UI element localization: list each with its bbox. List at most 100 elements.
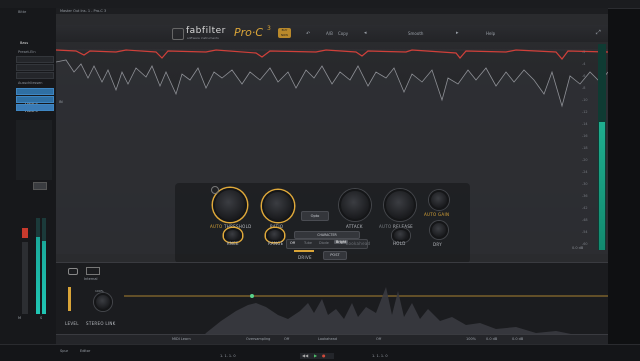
preset-name[interactable]: Smooth [408,31,423,36]
scale-tick: -14 [582,122,588,126]
character-option-off[interactable]: Off [290,241,295,245]
track-name: Bass [20,41,29,45]
record-icon[interactable]: ● [322,353,326,358]
ab-button[interactable]: A/B [326,31,333,36]
preset-next-button[interactable]: ▸ [456,30,459,36]
scale-tick: -36 [582,194,588,198]
release-auto[interactable]: AUTO [379,224,391,229]
section-label: Ausschliessen [18,81,43,85]
level-slider[interactable] [68,287,71,311]
meter-readout: 0.0 dB [572,246,584,250]
scale-tick: -10 [582,98,588,102]
threshold-auto[interactable]: AUTO [210,224,222,229]
solo-button[interactable]: S [40,316,42,320]
attack-knob[interactable] [339,189,371,221]
inspector-area [16,120,52,180]
db-scale: -2 -4 -6 -8 -10 -12 -14 -16 -18 -20 -24 … [582,44,598,250]
stereo-link-knob[interactable] [94,293,112,311]
oversampling-label: Oversampling [246,337,271,341]
sidechain-panel: Internal LEVEL 100% STEREO LINK [56,262,608,345]
drive-slider[interactable] [294,250,314,252]
attack-label: ATTACK [346,224,363,229]
sidechain-toggle[interactable] [86,267,100,275]
output-gain-knob[interactable] [429,190,449,210]
midi-learn-button[interactable]: MIDI Learn [172,337,191,341]
character-option-diode[interactable]: Diode [319,241,329,245]
mute-button[interactable]: M [18,316,21,320]
pan-knob[interactable] [33,182,47,190]
range-knob[interactable] [266,228,284,242]
lookahead-status-label: Lookahead [318,337,338,341]
lookahead-label: Lookahead [346,241,371,246]
channel-meter-right [42,218,46,314]
preset-slot[interactable] [16,56,54,63]
gain-reduction-line [56,49,608,60]
knee-label: KNEE [227,241,239,246]
fullscreen-icon[interactable]: ⤢ [596,29,601,37]
buy-now-badge[interactable]: BUY NOW [278,28,291,38]
scale-tick: -20 [582,158,588,162]
plugin-status-bar: MIDI Learn Oversampling Off Lookahead Of… [56,334,608,344]
lookahead-status-value[interactable]: Off [376,337,381,341]
output-meter [598,44,606,250]
position-left: 1. 1. 1. 0 [220,354,236,358]
character-option-tube[interactable]: Tube [304,241,312,245]
post-button[interactable]: POST [323,251,347,260]
zoom-value[interactable]: 100% [466,337,476,341]
dry-knob[interactable] [430,221,448,239]
track-tab[interactable]: Spur [60,349,68,353]
editor-tab[interactable]: Editor [80,349,90,353]
scale-tick: -4 [582,62,586,66]
scale-tick: -16 [582,134,588,138]
output-gain-value[interactable]: 0.0 dB [512,337,523,341]
headphones-icon[interactable] [68,268,78,275]
band-node [250,294,254,298]
scale-tick: -6 [582,74,586,78]
copy-button[interactable]: Copy [338,31,348,36]
insert-slot[interactable]: Pro-C 3 [16,96,54,113]
undo-button[interactable]: ↶ [306,31,310,37]
auto-gain-label: AUTO GAIN [424,212,450,217]
plugin-window-title: Master Out Ins. 1 - Pro-C 3 [60,9,107,13]
product-name: Pro·C [234,26,264,39]
fabfilter-logo-icon [172,28,184,40]
scale-tick: -8 [582,86,586,90]
help-button[interactable]: Help [486,31,495,36]
preset-prev-button[interactable]: ◂ [364,30,367,36]
preset-label: Preset-Ein [18,50,36,54]
scale-tick: -42 [582,206,588,210]
knee-knob[interactable] [224,228,242,242]
brand-subtitle: software instruments [187,36,219,40]
rewind-icon[interactable]: ◀◀ [302,353,308,358]
sidechain-routing[interactable]: Internal [84,277,98,281]
input-gain-value[interactable]: 0.0 dB [486,337,497,341]
threshold-sidechain-icon[interactable] [211,186,219,194]
threshold-knob[interactable] [213,188,247,222]
track-slot[interactable] [16,64,54,71]
daw-transport-bar: Spur Editor 1. 1. 1. 0 ◀◀ ▶ ● 1. 1. 1. 0 [0,344,640,361]
hold-knob[interactable] [392,228,410,242]
stereo-link-value: 100% [95,289,104,293]
dry-label: DRY [433,242,442,247]
style-selector[interactable]: Opto [301,211,329,221]
daw-inspector-panel: Bitte Bass Preset-Ein Ausschliessen Pro-… [0,8,57,352]
stereo-link-label: STEREO LINK [86,321,116,326]
scale-tick: -54 [582,230,588,234]
scale-tick: -30 [582,182,588,186]
drive-label: DRIVE [298,255,312,260]
track-slot[interactable] [16,72,54,79]
spectrum-graph [124,287,608,345]
scale-tick: -48 [582,218,588,222]
scale-tick: -12 [582,110,588,114]
play-icon[interactable]: ▶ [314,353,317,358]
release-knob[interactable] [384,189,416,221]
position-right: 1. 1. 1. 0 [372,354,388,358]
channel-fader-track[interactable] [22,242,28,314]
ratio-knob[interactable] [262,190,294,222]
range-label: RANGE [268,241,284,246]
insert-slot[interactable] [16,104,54,111]
oversampling-value[interactable]: Off [284,337,289,341]
scale-tick: -18 [582,146,588,150]
brand-name: fabfilter [186,26,226,36]
insert-slot[interactable]: Pro-C 3 [16,88,54,105]
